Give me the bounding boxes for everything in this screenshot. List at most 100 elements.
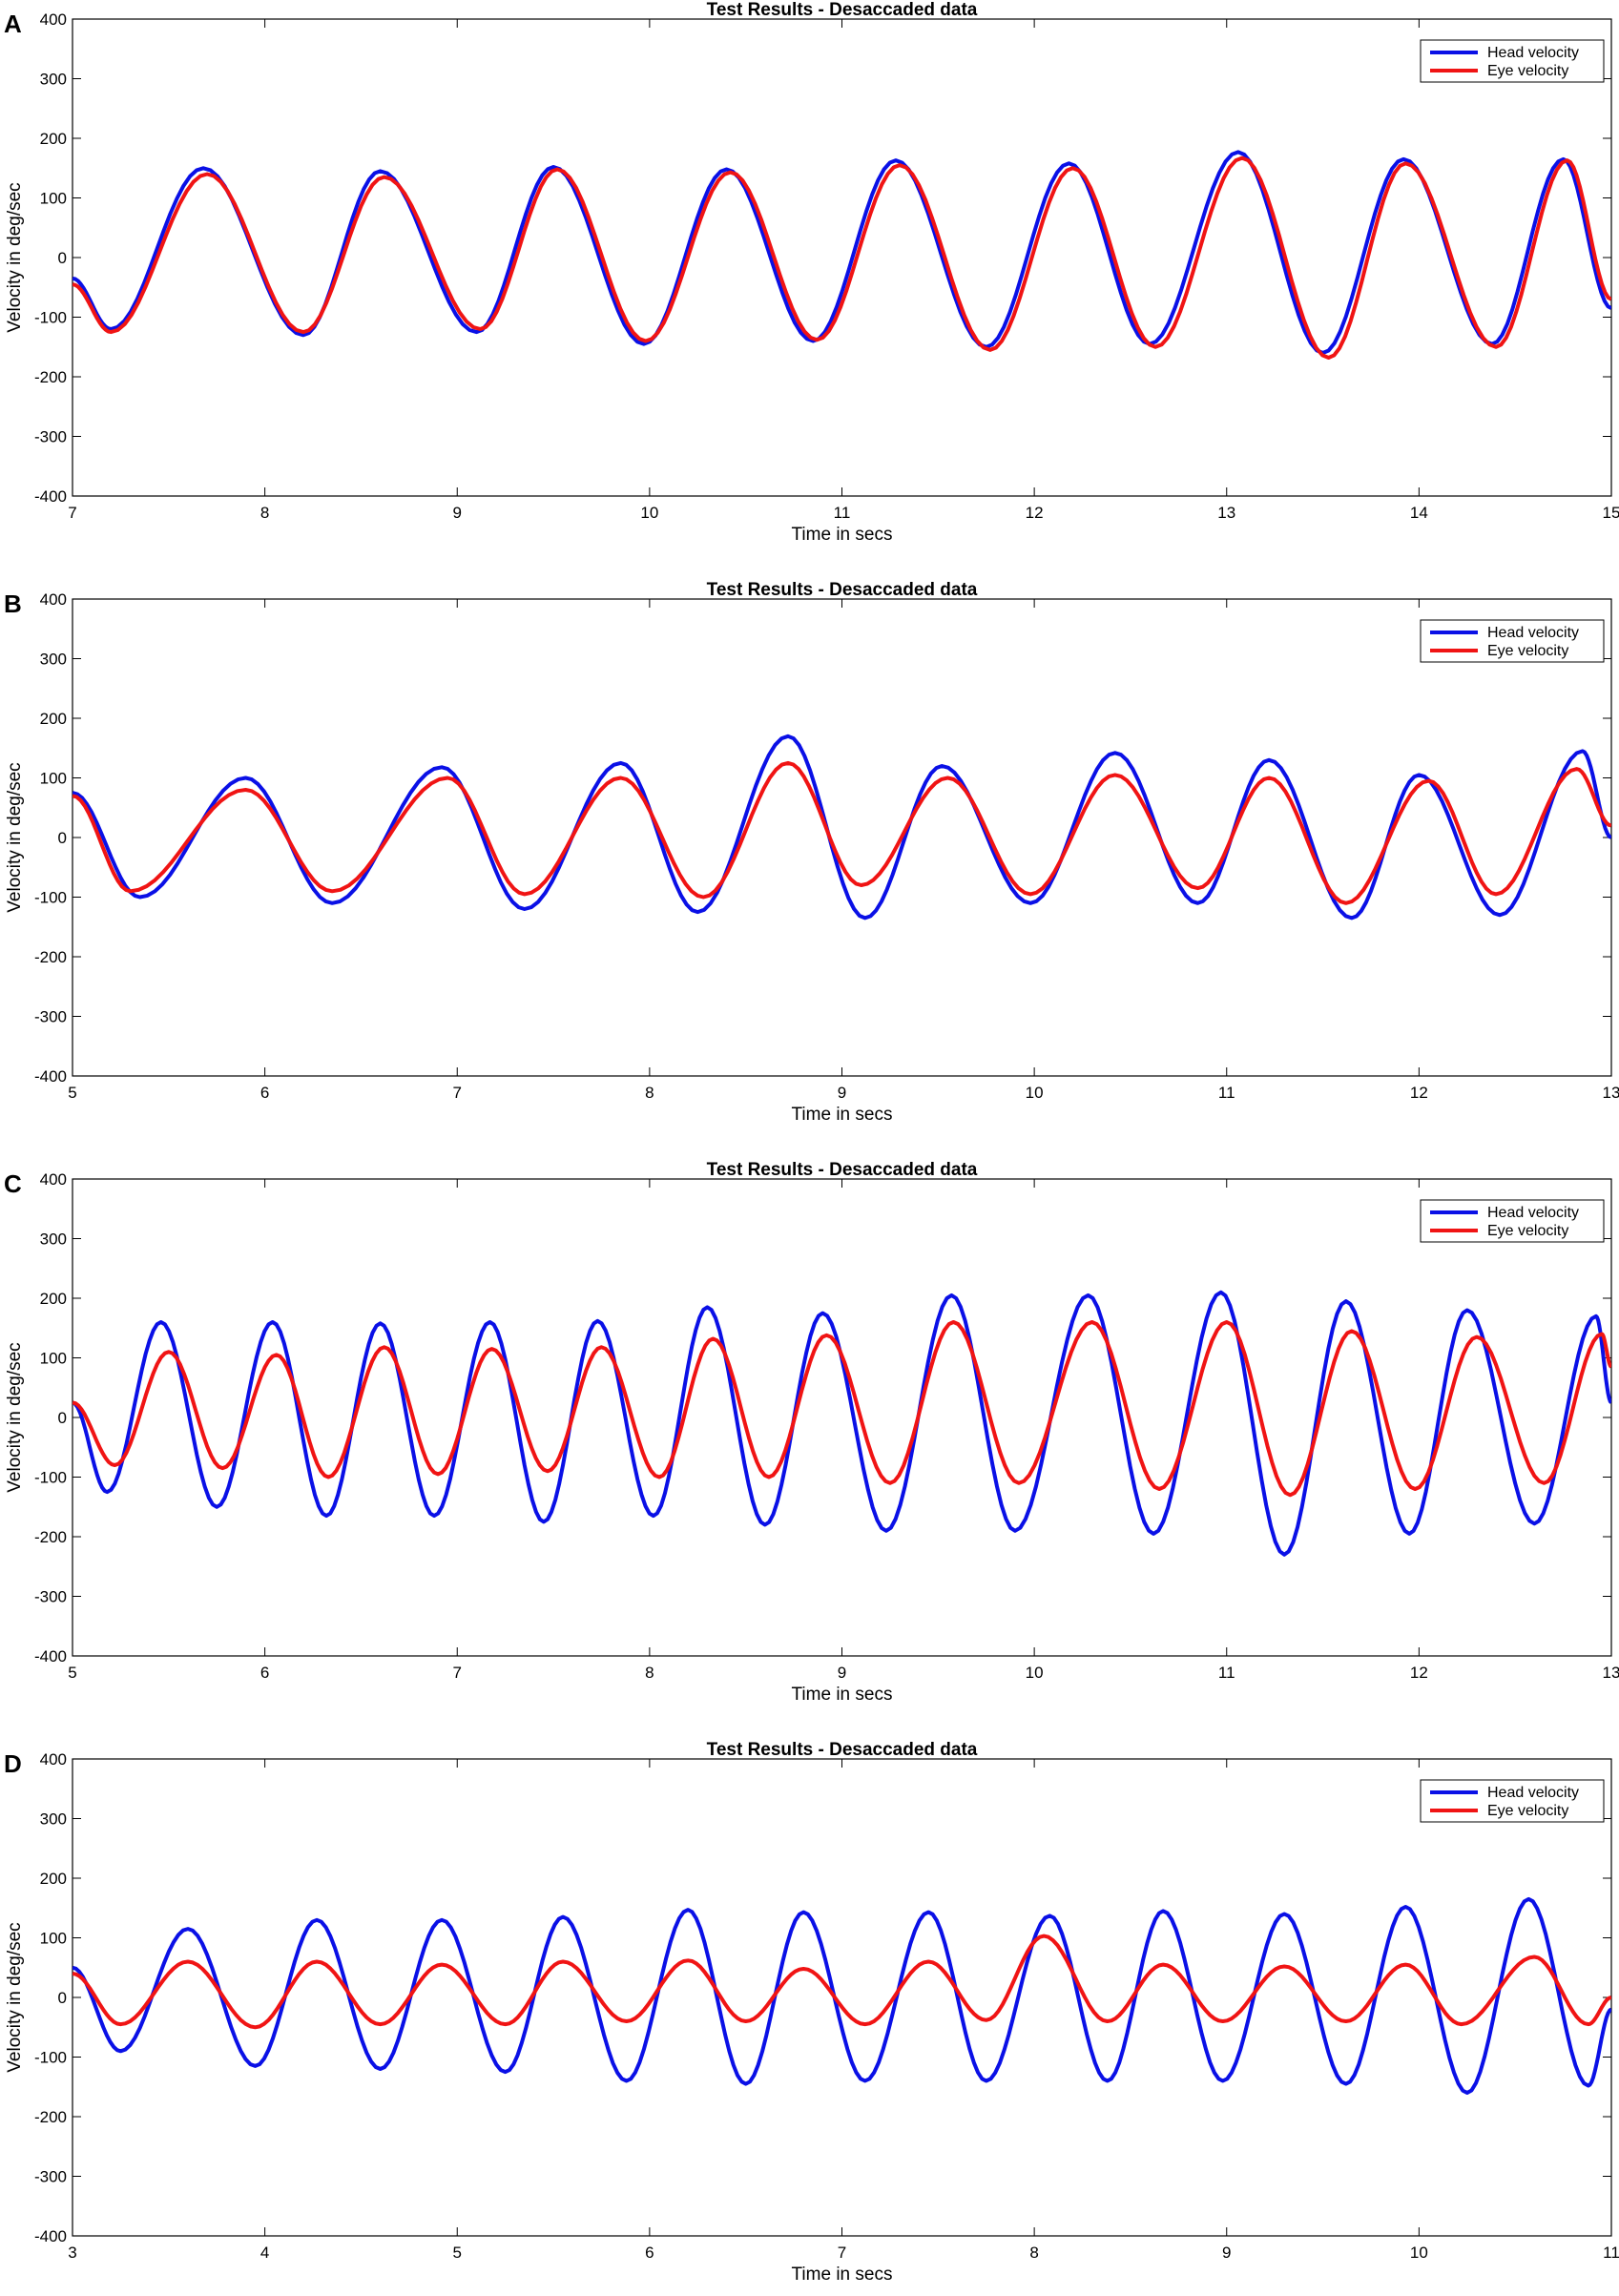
x-tick-label: 6 bbox=[260, 1084, 269, 1102]
x-tick-label: 10 bbox=[1026, 1664, 1044, 1682]
y-tick-label: 0 bbox=[58, 829, 67, 847]
x-tick-label: 9 bbox=[838, 1084, 846, 1102]
y-tick-label: 200 bbox=[40, 130, 67, 148]
x-tick-label: 5 bbox=[453, 2244, 462, 2262]
panel-D: D Test Results - Desaccaded data -400 -300 -… bbox=[4, 1740, 1619, 2285]
x-tick-label: 15 bbox=[1603, 504, 1619, 522]
y-axis-label: Velocity in deg/sec bbox=[5, 182, 25, 332]
x-tick-label: 6 bbox=[645, 2244, 654, 2262]
x-tick-label: 7 bbox=[68, 504, 76, 522]
series-line-head-velocity bbox=[73, 1896, 1611, 2095]
chart-title: Test Results - Desaccaded data bbox=[707, 0, 978, 20]
x-tick-label: 5 bbox=[68, 1084, 76, 1102]
y-tick-label: 300 bbox=[40, 71, 67, 89]
x-axis-label: Time in secs bbox=[792, 1685, 893, 1705]
x-tick-label: 8 bbox=[1029, 2244, 1038, 2262]
y-tick-label: -400 bbox=[34, 487, 67, 506]
y-tick-label: 200 bbox=[40, 1870, 67, 1888]
y-tick-label: 400 bbox=[40, 1750, 67, 1769]
x-tick-label: 8 bbox=[645, 1664, 654, 1682]
y-tick-label: 400 bbox=[40, 10, 67, 29]
y-tick-label: 100 bbox=[40, 190, 67, 208]
legend-entry: Head velocity bbox=[1487, 1785, 1579, 1801]
y-tick-label: -100 bbox=[34, 1469, 67, 1487]
y-tick-label: -400 bbox=[34, 2227, 67, 2245]
panel-B: B Test Results - Desaccaded data -400 -300 -… bbox=[4, 580, 1619, 1125]
y-tick-label: 300 bbox=[40, 1810, 67, 1829]
y-tick-label: -400 bbox=[34, 1067, 67, 1086]
chart-title: Test Results - Desaccaded data bbox=[707, 1160, 978, 1180]
x-tick-label: 13 bbox=[1217, 504, 1235, 522]
y-tick-label: 200 bbox=[40, 710, 67, 728]
x-tick-label: 11 bbox=[1218, 1664, 1235, 1682]
y-tick-label: -200 bbox=[34, 2108, 67, 2126]
x-tick-label: 14 bbox=[1410, 504, 1428, 522]
y-axis-label: Velocity in deg/sec bbox=[5, 1922, 25, 2072]
x-tick-label: 13 bbox=[1603, 1664, 1619, 1682]
x-axis-label: Time in secs bbox=[792, 525, 893, 545]
y-tick-label: 400 bbox=[40, 1170, 67, 1189]
series-line-head-velocity bbox=[73, 150, 1611, 355]
y-tick-label: -300 bbox=[34, 428, 67, 446]
x-tick-label: 7 bbox=[453, 1664, 462, 1682]
panel-letter: B bbox=[4, 590, 22, 618]
axes-box bbox=[72, 598, 1612, 1077]
x-tick-label: 7 bbox=[838, 2244, 846, 2262]
series-line-eye-velocity bbox=[73, 155, 1611, 360]
panel-letter: A bbox=[4, 10, 22, 38]
y-tick-label: -200 bbox=[34, 1528, 67, 1546]
x-tick-label: 12 bbox=[1410, 1084, 1428, 1102]
x-tick-label: 8 bbox=[645, 1084, 654, 1102]
y-tick-label: -300 bbox=[34, 2168, 67, 2186]
panel-C: C Test Results - Desaccaded data -400 -300 -… bbox=[4, 1160, 1619, 1705]
y-axis-label: Velocity in deg/sec bbox=[5, 1342, 25, 1492]
x-tick-label: 8 bbox=[260, 504, 269, 522]
y-tick-label: -400 bbox=[34, 1647, 67, 1665]
x-axis-label: Time in secs bbox=[792, 2265, 893, 2285]
legend-entry: Head velocity bbox=[1487, 625, 1579, 641]
legend-entry: Eye velocity bbox=[1487, 643, 1568, 659]
chart-title: Test Results - Desaccaded data bbox=[707, 580, 978, 600]
y-tick-label: -100 bbox=[34, 2049, 67, 2067]
x-tick-label: 12 bbox=[1410, 1664, 1428, 1682]
legend-entry: Head velocity bbox=[1487, 1205, 1579, 1221]
x-tick-label: 13 bbox=[1603, 1084, 1619, 1102]
axes-box bbox=[72, 1758, 1612, 2237]
x-tick-label: 10 bbox=[640, 504, 658, 522]
y-axis-label: Velocity in deg/sec bbox=[5, 762, 25, 912]
x-tick-label: 12 bbox=[1026, 504, 1044, 522]
x-tick-label: 11 bbox=[1603, 2244, 1619, 2262]
y-tick-label: -200 bbox=[34, 948, 67, 966]
x-tick-label: 5 bbox=[68, 1664, 76, 1682]
y-tick-label: -300 bbox=[34, 1588, 67, 1606]
x-tick-label: 3 bbox=[68, 2244, 76, 2262]
y-tick-label: 0 bbox=[58, 249, 67, 267]
y-tick-label: -100 bbox=[34, 889, 67, 907]
legend-entry: Eye velocity bbox=[1487, 63, 1568, 79]
chart-title: Test Results - Desaccaded data bbox=[707, 1740, 978, 1760]
x-axis-label: Time in secs bbox=[792, 1105, 893, 1125]
y-tick-label: 100 bbox=[40, 770, 67, 788]
panel-letter: D bbox=[4, 1749, 22, 1778]
panel-A: A Test Results - Desaccaded data -400 -300 -… bbox=[4, 0, 1619, 545]
panel-letter: C bbox=[4, 1169, 22, 1198]
legend-entry: Eye velocity bbox=[1487, 1223, 1568, 1239]
axes-box bbox=[72, 18, 1612, 497]
y-tick-label: 100 bbox=[40, 1930, 67, 1948]
series-line-eye-velocity bbox=[73, 1320, 1611, 1498]
x-tick-label: 10 bbox=[1026, 1084, 1044, 1102]
x-tick-label: 11 bbox=[834, 504, 851, 522]
y-tick-label: 0 bbox=[58, 1989, 67, 2007]
x-tick-label: 9 bbox=[1222, 2244, 1231, 2262]
legend-entry: Head velocity bbox=[1487, 45, 1579, 61]
x-tick-label: 7 bbox=[453, 1084, 462, 1102]
y-tick-label: -200 bbox=[34, 368, 67, 386]
x-tick-label: 9 bbox=[838, 1664, 846, 1682]
y-tick-label: 0 bbox=[58, 1409, 67, 1427]
y-tick-label: 300 bbox=[40, 651, 67, 669]
y-tick-label: -100 bbox=[34, 309, 67, 327]
y-tick-label: -300 bbox=[34, 1008, 67, 1026]
y-tick-label: 100 bbox=[40, 1350, 67, 1368]
series-line-head-velocity bbox=[73, 734, 1611, 920]
y-tick-label: 300 bbox=[40, 1231, 67, 1249]
